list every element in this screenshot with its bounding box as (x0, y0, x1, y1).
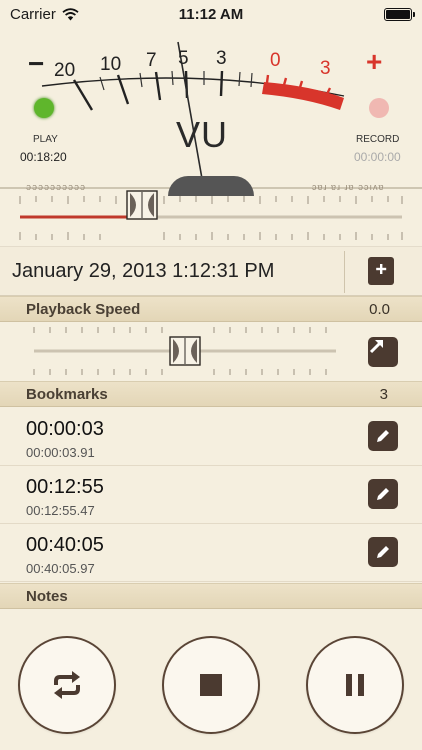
edit-bookmark-button[interactable] (368, 421, 398, 451)
record-indicator-light (369, 98, 389, 118)
bookmarks-title: Bookmarks (26, 386, 108, 403)
bookmark-time: 00:12:55 (26, 476, 104, 498)
bookmark-row[interactable]: 00:12:55 00:12:55.47 (0, 466, 422, 524)
bookmark-time: 00:40:05 (26, 534, 104, 556)
pause-icon (346, 674, 364, 696)
stop-button[interactable] (162, 636, 260, 734)
stop-icon (200, 674, 222, 696)
notes-header[interactable]: Notes (0, 583, 422, 609)
bookmarks-count: 3 (379, 386, 388, 403)
speed-slider-ticks (33, 327, 336, 375)
status-bar: Carrier 11:12 AM (0, 0, 422, 30)
playback-speed-row (0, 321, 422, 381)
play-time: 00:18:20 (20, 150, 67, 164)
status-time: 11:12 AM (178, 6, 244, 23)
scale-label-3: 3 (216, 48, 227, 69)
record-label: RECORD (356, 134, 400, 145)
playback-speed-title: Playback Speed (26, 301, 141, 318)
pencil-icon (377, 544, 391, 558)
scale-label-plus3: 3 (320, 58, 331, 79)
meter-scale (0, 41, 422, 190)
bookmark-row[interactable]: 00:40:05 00:40:05.97 (0, 524, 422, 582)
bookmarks-header: Bookmarks 3 (0, 381, 422, 407)
vu-label: VU (176, 114, 229, 155)
add-bookmark-button[interactable] (368, 257, 394, 285)
notes-title: Notes (26, 588, 68, 605)
playback-speed-thumb[interactable] (169, 336, 201, 366)
expand-speed-button[interactable] (368, 337, 398, 367)
edit-bookmark-button[interactable] (368, 479, 398, 509)
scrubber-thumb[interactable] (126, 190, 158, 220)
scale-label-20: 20 (54, 60, 76, 81)
scale-label-10: 10 (100, 54, 122, 75)
recording-date-row: January 29, 2013 1:12:31 PM (0, 246, 422, 296)
arrow-up-right-icon (369, 340, 383, 354)
pencil-icon (377, 428, 391, 442)
scale-label-7: 7 (146, 50, 157, 71)
play-indicator-light (34, 98, 54, 118)
play-label: PLAY (33, 134, 58, 145)
bookmark-plus-icon (373, 261, 389, 281)
bookmark-row[interactable]: 00:00:03 00:00:03.91 (0, 408, 422, 466)
transport-controls (0, 610, 422, 750)
record-time: 00:00:00 (354, 150, 401, 164)
playback-speed-header: Playback Speed 0.0 (0, 296, 422, 322)
repeat-icon (54, 671, 80, 699)
bookmark-time: 00:00:03 (26, 418, 104, 440)
scale-label-0: 0 (270, 50, 281, 71)
bookmark-precise-time: 00:12:55.47 (26, 503, 95, 518)
vu-meter: − + 20 10 7 5 3 0 3 PLAY 00:18:20 RECORD… (0, 30, 422, 196)
scrubber-track (19, 196, 403, 240)
date-divider (344, 251, 345, 293)
scale-label-5: 5 (178, 48, 189, 69)
playback-speed-value: 0.0 (369, 301, 390, 318)
pencil-icon (377, 486, 391, 500)
pause-button[interactable] (306, 636, 404, 734)
repeat-button[interactable] (18, 636, 116, 734)
edit-bookmark-button[interactable] (368, 537, 398, 567)
position-scrubber[interactable] (0, 190, 422, 246)
battery-icon (384, 8, 415, 21)
minus-sign: − (28, 48, 45, 79)
bookmark-precise-time: 00:00:03.91 (26, 445, 95, 460)
bookmark-precise-time: 00:40:05.97 (26, 561, 95, 576)
plus-sign: + (366, 46, 383, 77)
recording-date: January 29, 2013 1:12:31 PM (12, 260, 275, 282)
